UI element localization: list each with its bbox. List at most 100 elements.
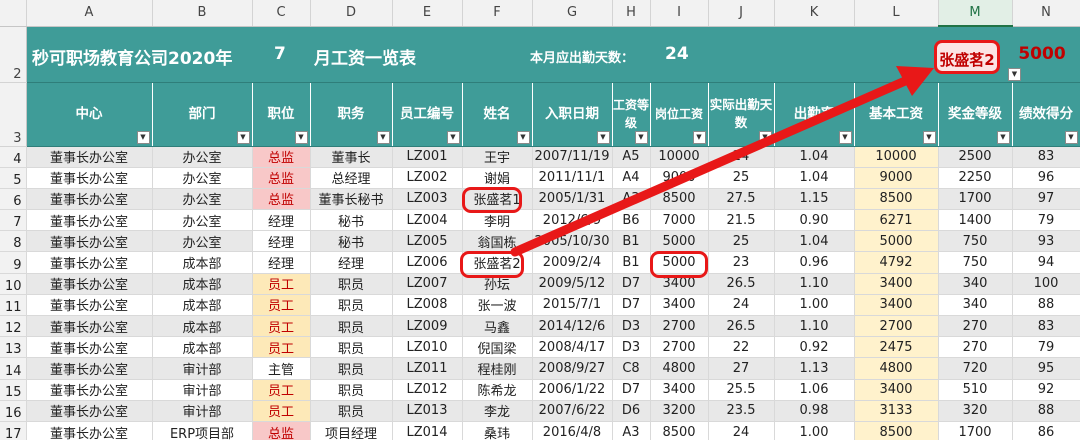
grade-cell[interactable]: D3 (612, 315, 651, 338)
post-wage-cell[interactable]: 5000 (650, 230, 709, 253)
post-wage-cell[interactable]: 9000 (650, 167, 709, 189)
hire-date-cell[interactable]: 2012/6/9 (532, 209, 613, 232)
center-cell[interactable]: 董事长办公室 (26, 421, 153, 440)
position-cell[interactable]: 总监 (252, 421, 311, 440)
attendance-rate-cell[interactable]: 0.90 (774, 209, 855, 232)
row-number[interactable]: 3 (0, 82, 27, 147)
attendance-rate-cell[interactable]: 1.10 (774, 315, 855, 338)
position-cell[interactable]: 总监 (252, 167, 311, 189)
name-cell[interactable]: 马鑫 (462, 315, 533, 338)
basic-wage-cell[interactable]: 2700 (854, 315, 939, 338)
attendance-rate-cell[interactable]: 1.04 (774, 167, 855, 189)
center-cell[interactable]: 董事长办公室 (26, 315, 153, 338)
basic-wage-cell[interactable]: 3133 (854, 400, 939, 422)
attendance-rate-cell[interactable]: 1.04 (774, 230, 855, 253)
center-cell[interactable]: 董事长办公室 (26, 188, 153, 211)
grade-cell[interactable]: B1 (612, 230, 651, 253)
position-cell[interactable]: 总监 (252, 188, 311, 211)
attendance-rate-cell[interactable]: 1.04 (774, 146, 855, 168)
basic-wage-cell[interactable]: 4792 (854, 251, 939, 274)
center-cell[interactable]: 董事长办公室 (26, 294, 153, 317)
attendance-cell[interactable]: 24 (708, 146, 775, 168)
hire-date-cell[interactable]: 2007/6/22 (532, 400, 613, 422)
center-cell[interactable]: 董事长办公室 (26, 357, 153, 380)
performance-score-cell[interactable]: 83 (1012, 315, 1080, 338)
dept-cell[interactable]: 成本部 (152, 336, 253, 359)
name-cell[interactable]: 王宇 (462, 146, 533, 168)
attendance-rate-cell[interactable]: 1.06 (774, 379, 855, 401)
duty-cell[interactable]: 职员 (310, 379, 393, 401)
duty-cell[interactable]: 职员 (310, 294, 393, 317)
dept-cell[interactable]: 办公室 (152, 167, 253, 189)
attendance-rate-cell[interactable]: 0.98 (774, 400, 855, 422)
employee-id-cell[interactable]: LZ008 (392, 294, 463, 317)
attendance-cell[interactable]: 24 (708, 421, 775, 440)
month-suffix-label[interactable]: 月工资一览表 (314, 44, 416, 69)
hire-date-cell[interactable]: 2008/4/17 (532, 336, 613, 359)
center-cell[interactable]: 董事长办公室 (26, 273, 153, 295)
center-cell[interactable]: 董事长办公室 (26, 251, 153, 274)
bonus-grade-cell[interactable]: 1400 (938, 209, 1013, 232)
hire-date-cell[interactable]: 2005/10/30 (532, 230, 613, 253)
row-number[interactable]: 15 (0, 379, 27, 401)
post-wage-cell[interactable]: 2700 (650, 336, 709, 359)
basic-wage-cell[interactable]: 6271 (854, 209, 939, 232)
attendance-rate-cell[interactable]: 1.15 (774, 188, 855, 211)
grade-cell[interactable]: D7 (612, 379, 651, 401)
grade-cell[interactable]: A4 (612, 167, 651, 189)
attendance-cell[interactable]: 27.5 (708, 188, 775, 211)
performance-score-cell[interactable]: 86 (1012, 421, 1080, 440)
lookup-result-cell[interactable]: 5000 (1008, 44, 1076, 64)
center-cell[interactable]: 董事长办公室 (26, 230, 153, 253)
post-wage-cell[interactable]: 3400 (650, 379, 709, 401)
dept-cell[interactable]: ERP项目部 (152, 421, 253, 440)
hire-date-cell[interactable]: 2009/2/4 (532, 251, 613, 274)
dept-cell[interactable]: 办公室 (152, 188, 253, 211)
attendance-rate-cell[interactable]: 0.92 (774, 336, 855, 359)
dept-cell[interactable]: 成本部 (152, 251, 253, 274)
hire-date-cell[interactable]: 2011/11/1 (532, 167, 613, 189)
attendance-cell[interactable]: 27 (708, 357, 775, 380)
duty-cell[interactable]: 职员 (310, 400, 393, 422)
bonus-grade-cell[interactable]: 270 (938, 336, 1013, 359)
dept-cell[interactable]: 成本部 (152, 273, 253, 295)
bonus-grade-cell[interactable]: 2250 (938, 167, 1013, 189)
attendance-cell[interactable]: 24 (708, 294, 775, 317)
filter-dropdown-icon[interactable]: ▼ (596, 130, 610, 144)
employee-id-cell[interactable]: LZ014 (392, 421, 463, 440)
performance-score-cell[interactable]: 88 (1012, 400, 1080, 422)
row-number[interactable]: 8 (0, 230, 27, 253)
grade-cell[interactable]: A5 (612, 146, 651, 168)
position-cell[interactable]: 员工 (252, 294, 311, 317)
basic-wage-cell[interactable]: 8500 (854, 188, 939, 211)
grade-cell[interactable]: D3 (612, 336, 651, 359)
position-cell[interactable]: 员工 (252, 315, 311, 338)
filter-dropdown-icon[interactable]: ▼ (692, 130, 706, 144)
employee-id-cell[interactable]: LZ006 (392, 251, 463, 274)
column-header[interactable]: I (650, 0, 709, 27)
employee-id-cell[interactable]: LZ009 (392, 315, 463, 338)
performance-score-cell[interactable]: 88 (1012, 294, 1080, 317)
employee-id-cell[interactable]: LZ013 (392, 400, 463, 422)
employee-id-cell[interactable]: LZ003 (392, 188, 463, 211)
position-cell[interactable]: 员工 (252, 273, 311, 295)
sheet-title[interactable]: 秒可职场教育公司2020年 (32, 44, 232, 69)
bonus-grade-cell[interactable]: 750 (938, 230, 1013, 253)
name-cell[interactable]: 桑玮 (462, 421, 533, 440)
attendance-rate-cell[interactable]: 1.00 (774, 421, 855, 440)
position-cell[interactable]: 主管 (252, 357, 311, 380)
filter-dropdown-icon[interactable]: ▼ (136, 130, 150, 144)
hire-date-cell[interactable]: 2014/12/6 (532, 315, 613, 338)
attendance-days-value[interactable]: 24 (665, 44, 689, 64)
dept-cell[interactable]: 办公室 (152, 146, 253, 168)
row-number[interactable]: 2 (0, 26, 27, 83)
attendance-cell[interactable]: 21.5 (708, 209, 775, 232)
row-number[interactable]: 17 (0, 421, 27, 440)
attendance-cell[interactable]: 25 (708, 167, 775, 189)
grade-cell[interactable]: D7 (612, 273, 651, 295)
filter-dropdown-icon[interactable]: ▼ (376, 130, 390, 144)
post-wage-cell[interactable]: 2700 (650, 315, 709, 338)
duty-cell[interactable]: 职员 (310, 357, 393, 380)
column-header-selected[interactable]: M (938, 0, 1013, 27)
bonus-grade-cell[interactable]: 340 (938, 273, 1013, 295)
